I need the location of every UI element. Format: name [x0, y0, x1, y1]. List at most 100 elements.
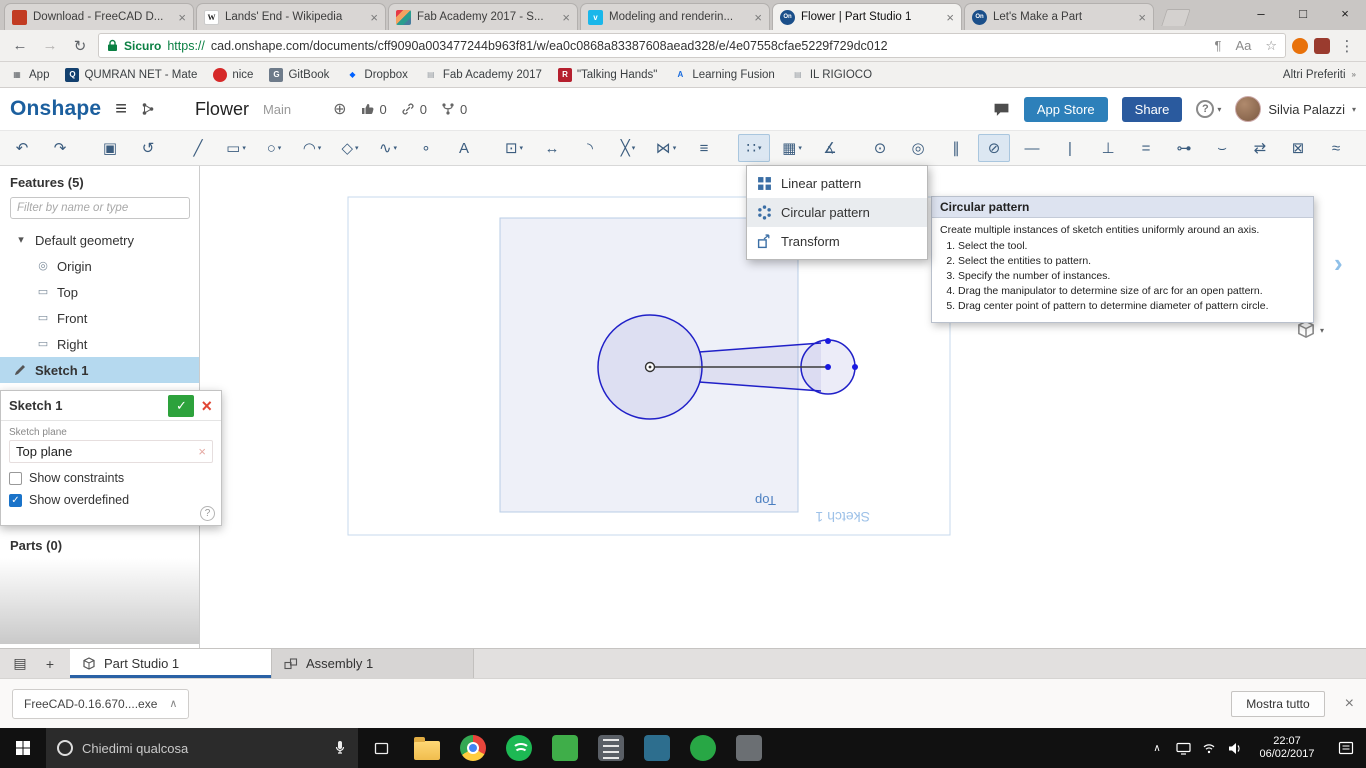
tab-assembly-1[interactable]: Assembly 1	[272, 649, 474, 678]
app-icon-green-circle[interactable]	[680, 728, 726, 768]
tray-expand-icon[interactable]: ∧	[1144, 728, 1170, 768]
url-field[interactable]: Sicuro https:// cad.onshape.com/document…	[98, 33, 1286, 58]
tab-close-ic[interactable]: ×	[946, 11, 954, 24]
tab-flower-part-studio[interactable]: On Flower | Part Studio 1 ×	[772, 3, 962, 30]
mirror-tool-icon[interactable]: ⋈ ▾	[650, 134, 682, 162]
clock[interactable]: 22:07 06/02/2017	[1248, 735, 1326, 761]
bookmark-fab-academy-2017[interactable]: ▤ Fab Academy 2017	[424, 68, 542, 82]
remove-selection-icon[interactable]: ×	[198, 444, 206, 459]
links-stat[interactable]: 0	[401, 102, 427, 117]
rectangle-tool-icon[interactable]: ▭ ▾	[220, 134, 252, 162]
fillet-tool-icon[interactable]: ◝	[574, 134, 606, 162]
tab-close-ic[interactable]: ×	[178, 11, 186, 24]
spotify-icon[interactable]	[496, 728, 542, 768]
chevron-down-icon[interactable]: ▾	[355, 144, 359, 152]
show-all-downloads-button[interactable]: Mostra tutto	[1231, 690, 1325, 717]
back-icon[interactable]: ←	[8, 37, 32, 54]
chevron-down-icon[interactable]: ▾	[520, 144, 524, 152]
chevron-down-icon[interactable]: ▾	[394, 144, 398, 152]
wifi-icon[interactable]	[1196, 728, 1222, 768]
menu-item-circular-pattern[interactable]: Circular pattern	[747, 198, 927, 227]
line-tool-icon[interactable]: ╱	[182, 134, 214, 162]
redo-icon[interactable]: ↷	[44, 134, 76, 162]
checkbox-unchecked[interactable]	[9, 471, 22, 485]
chevron-down-icon[interactable]: ▾	[14, 234, 28, 246]
chevron-down-icon[interactable]: ▾	[278, 144, 282, 152]
network-icon[interactable]	[1170, 728, 1196, 768]
offset-tool-icon[interactable]: ≡	[688, 134, 720, 162]
user-menu[interactable]: Silvia Palazzi ▾	[1235, 96, 1356, 122]
midpoint-constraint-icon[interactable]: ⊶	[1168, 134, 1200, 162]
close-button[interactable]: ×	[1324, 0, 1366, 28]
chrome-icon[interactable]	[450, 728, 496, 768]
notes-app-icon[interactable]	[588, 728, 634, 768]
chevron-down-icon[interactable]: ▾	[673, 144, 677, 152]
forks-stat[interactable]: 0	[441, 102, 467, 117]
tab-close-ic[interactable]: ×	[562, 11, 570, 24]
cancel-button[interactable]: ×	[201, 397, 212, 415]
extension-icon-1[interactable]	[1292, 37, 1308, 54]
checkbox-checked[interactable]: ✓	[9, 493, 22, 507]
bookmark-gitbook[interactable]: G GitBook	[269, 67, 329, 82]
tab-part-studio-1[interactable]: Part Studio 1	[70, 649, 272, 678]
text-tool-icon[interactable]: A	[448, 134, 480, 162]
chevron-down-icon[interactable]: ▾	[758, 144, 762, 152]
reload-icon[interactable]: ↻	[68, 37, 92, 55]
show-constraints-row[interactable]: Show constraints	[9, 471, 213, 485]
likes-stat[interactable]: 0	[361, 102, 387, 117]
file-explorer-icon[interactable]	[404, 728, 450, 768]
use-project-icon[interactable]: ↺	[132, 134, 164, 162]
tab-close-ic[interactable]: ×	[370, 11, 378, 24]
point-tool-icon[interactable]: ∘	[410, 134, 442, 162]
tab-close-ic[interactable]: ×	[1138, 11, 1146, 24]
hamburger-menu-icon[interactable]: ≡	[115, 98, 127, 121]
tab-lands-end-wikipedia[interactable]: W Lands' End - Wikipedia ×	[196, 3, 386, 30]
tab-close-ic[interactable]: ×	[754, 11, 762, 24]
task-view-button[interactable]	[358, 728, 404, 768]
tab-lets-make-a-part[interactable]: On Let's Make a Part ×	[964, 3, 1154, 30]
app-icon-gray[interactable]	[726, 728, 772, 768]
insert-image-icon[interactable]: ▦ ▾	[776, 134, 808, 162]
versions-icon[interactable]	[141, 102, 155, 116]
bookmark-learning-fusion[interactable]: A Learning Fusion	[673, 68, 774, 82]
start-button[interactable]	[0, 728, 46, 768]
add-tab-button[interactable]: +	[38, 656, 62, 672]
tangent-constraint-icon[interactable]: ⊘	[978, 134, 1010, 162]
download-options-icon[interactable]: ∧	[169, 697, 177, 710]
help-icon[interactable]: ?	[200, 506, 215, 521]
reader-mode-icon[interactable]: ¶	[1214, 38, 1221, 53]
bookmark-il-rigioco[interactable]: ▤ IL RIGIOCO	[791, 68, 872, 82]
bookmark-nice[interactable]: nice	[213, 67, 253, 82]
view-cube-menu[interactable]: ▾	[1296, 320, 1324, 340]
maximize-button[interactable]: □	[1282, 0, 1324, 28]
tab-fab-academy[interactable]: Fab Academy 2017 - S... ×	[388, 3, 578, 30]
menu-item-transform[interactable]: Transform	[747, 227, 927, 256]
tree-item-default-geometry[interactable]: ▾ Default geometry	[0, 227, 199, 253]
translate-icon[interactable]: Aa	[1235, 38, 1251, 53]
download-item[interactable]: FreeCAD-0.16.670....exe ∧	[12, 688, 190, 719]
dev-app-icon[interactable]	[634, 728, 680, 768]
slot-tool-icon[interactable]: ⊡ ▾	[498, 134, 530, 162]
expand-panel-icon[interactable]: ›	[1334, 250, 1343, 276]
manage-tabs-icon[interactable]: ▤	[8, 655, 32, 672]
tab-download-freecad[interactable]: Download - FreeCAD D... ×	[4, 3, 194, 30]
workspace-name[interactable]: Main	[263, 102, 291, 117]
bookmark-star-icon[interactable]: ☆	[1265, 38, 1277, 54]
horizontal-constraint-icon[interactable]: ―	[1016, 134, 1048, 162]
chevron-down-icon[interactable]: ▾	[632, 144, 636, 152]
tree-item-top[interactable]: ▭ Top	[0, 279, 199, 305]
tangent-arc-constraint-icon[interactable]: ⌣	[1206, 134, 1238, 162]
chevron-down-icon[interactable]: ▾	[242, 144, 246, 152]
fix-constraint-icon[interactable]: ⊠	[1282, 134, 1314, 162]
close-download-bar-icon[interactable]: ×	[1345, 695, 1354, 713]
other-bookmarks[interactable]: Altri Preferiti »	[1283, 69, 1356, 81]
measure-tool-icon[interactable]: ∡	[814, 134, 846, 162]
show-overdefined-row[interactable]: ✓ Show overdefined	[9, 493, 213, 507]
concentric-constraint-icon[interactable]: ◎	[902, 134, 934, 162]
sketch-name-label[interactable]: Sketch 1	[815, 509, 870, 525]
share-button[interactable]: Share	[1121, 96, 1183, 122]
chat-icon[interactable]	[993, 102, 1010, 117]
microphone-icon[interactable]	[333, 740, 347, 756]
coincident-constraint-icon[interactable]: ⊙	[864, 134, 896, 162]
confirm-button[interactable]: ✓	[168, 394, 195, 417]
